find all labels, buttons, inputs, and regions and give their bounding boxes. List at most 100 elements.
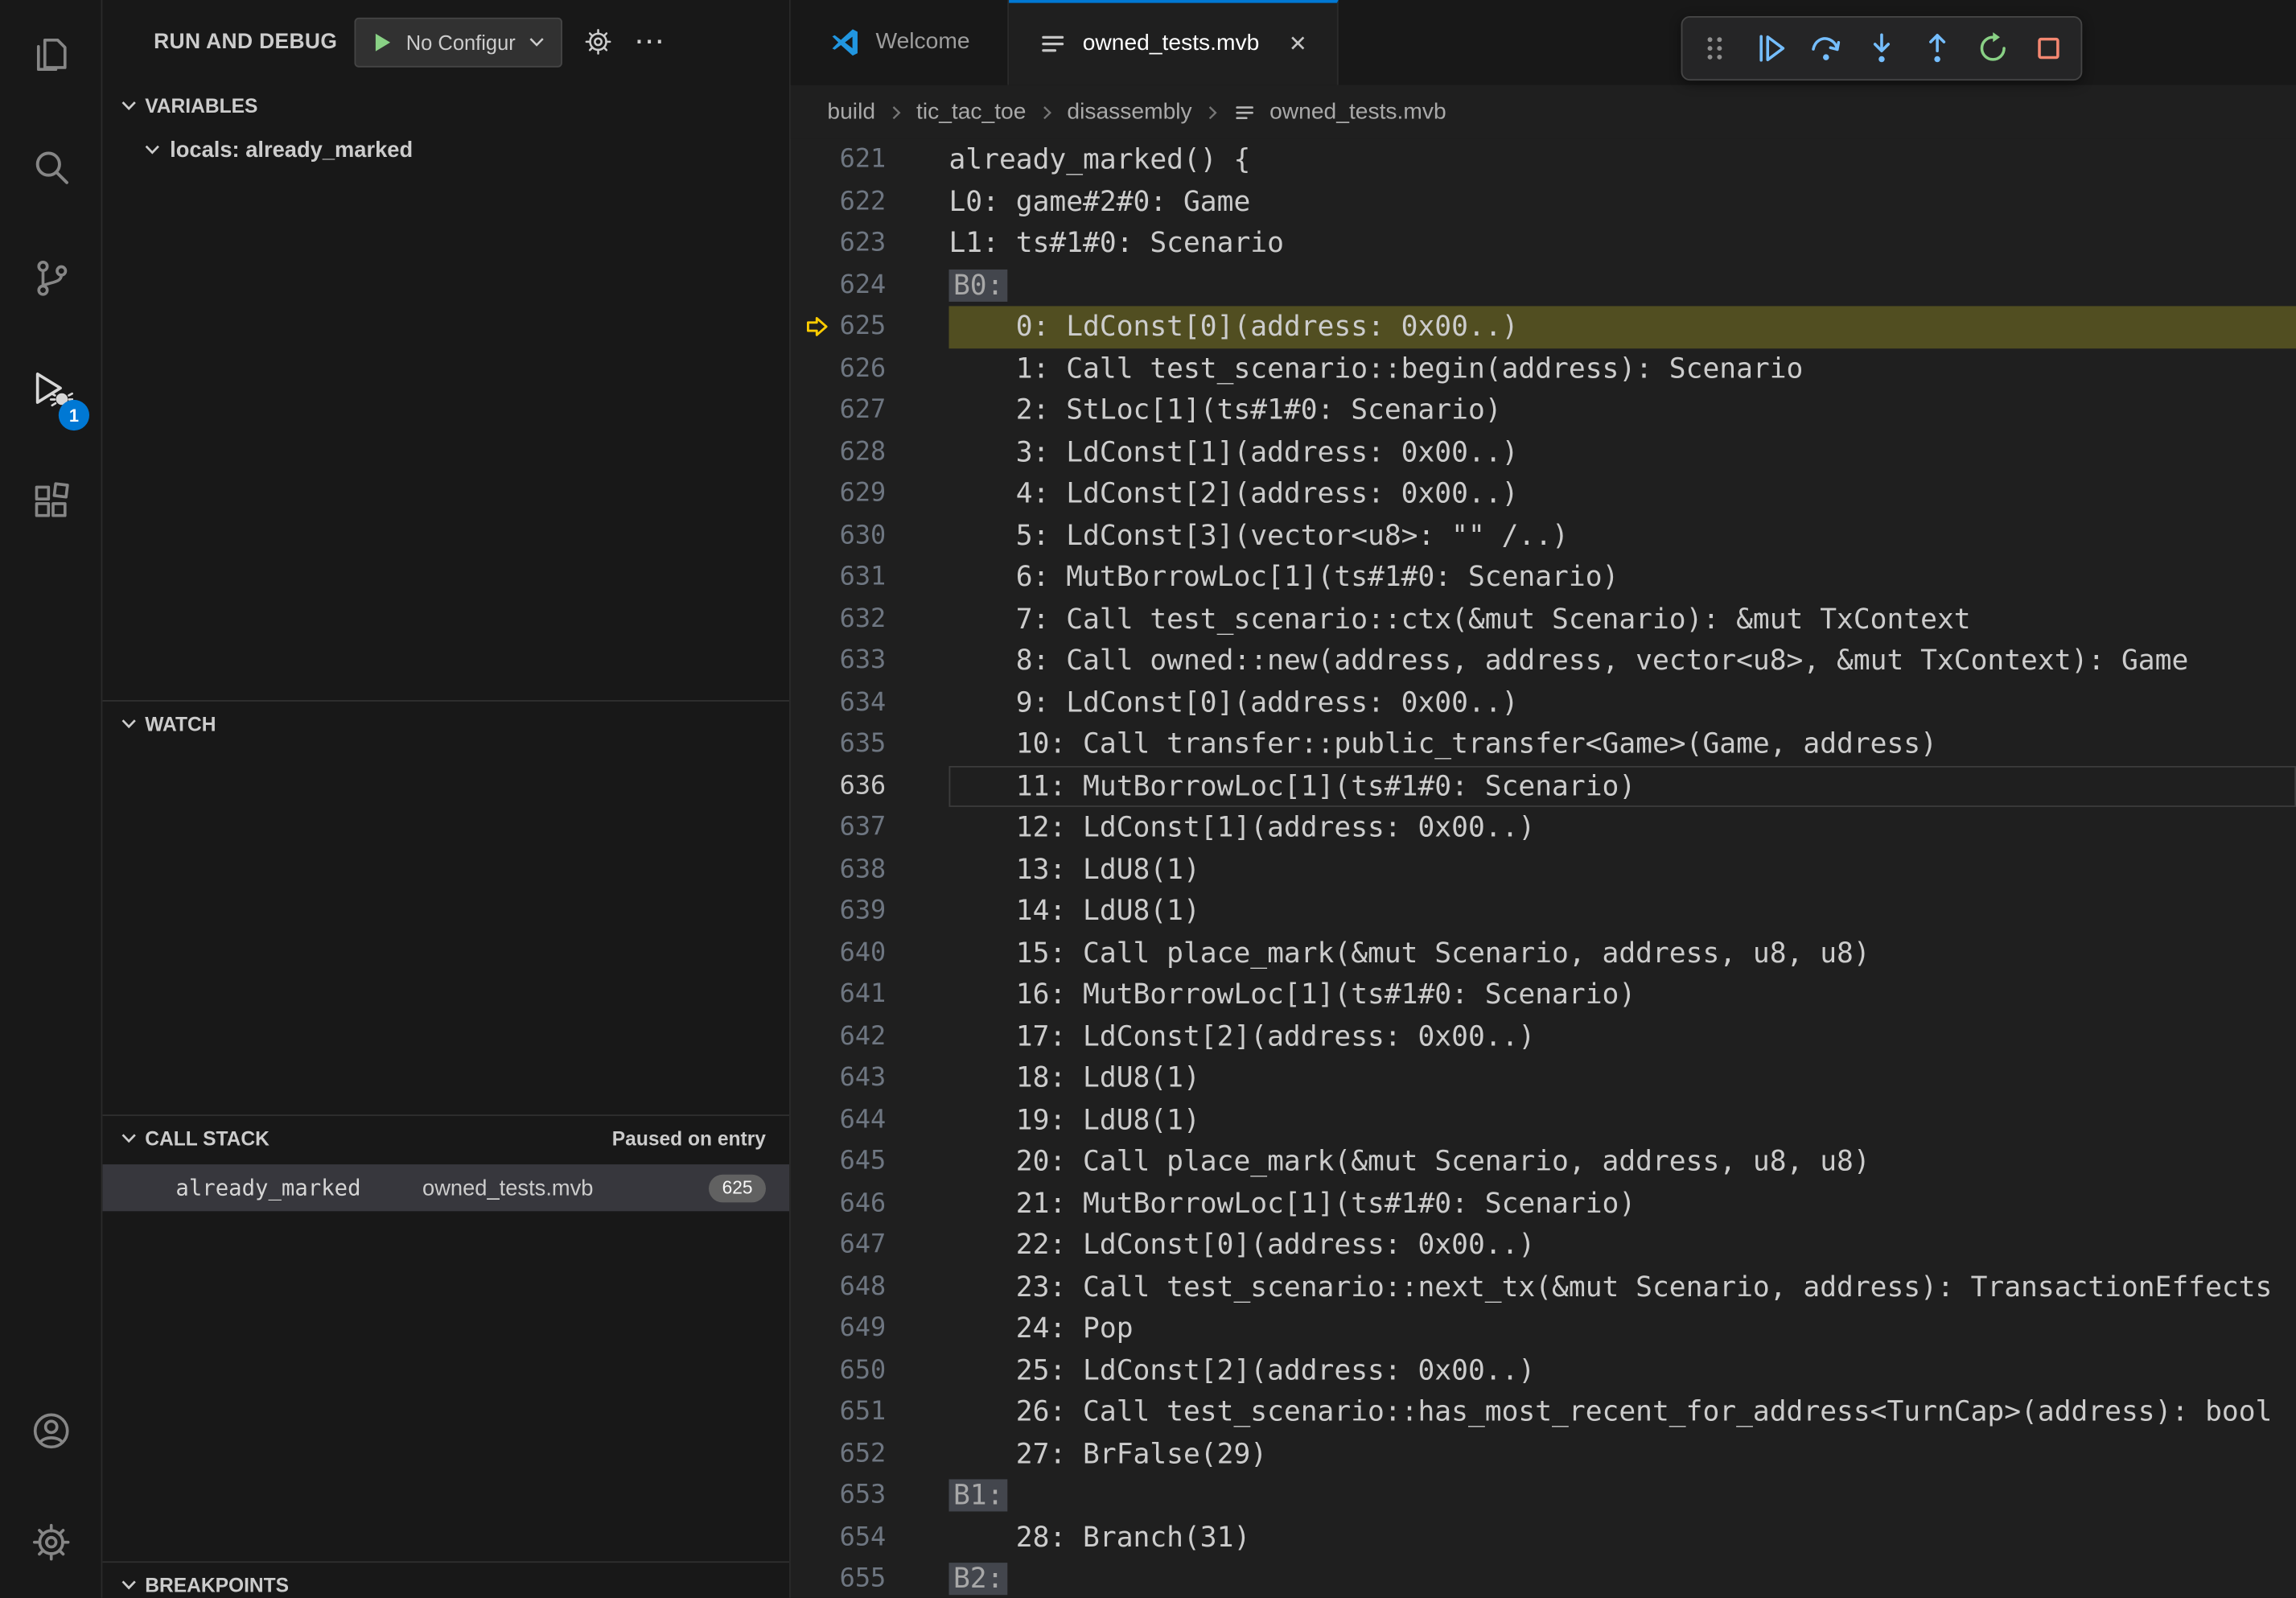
code-line[interactable]: 641 16: MutBorrowLoc[1](ts#1#0: Scenario… [791, 974, 2296, 1015]
variables-section-header[interactable]: VARIABLES [102, 84, 789, 128]
code-line[interactable]: 639 14: LdU8(1) [791, 891, 2296, 933]
continue-button[interactable] [1743, 19, 1798, 78]
line-gutter[interactable]: 652 [791, 1433, 949, 1475]
start-debug-icon[interactable] [369, 28, 396, 55]
code-line[interactable]: 632 7: Call test_scenario::ctx(&mut Scen… [791, 599, 2296, 640]
code-line[interactable]: 644 19: LdU8(1) [791, 1099, 2296, 1141]
stop-button[interactable] [2021, 19, 2076, 78]
code-area[interactable]: 621already_marked() {622L0: game#2#0: Ga… [791, 139, 2296, 1598]
code-line[interactable]: 653B1: [791, 1475, 2296, 1517]
extensions-icon[interactable] [0, 445, 101, 556]
code-line[interactable]: 648 23: Call test_scenario::next_tx(&mut… [791, 1266, 2296, 1308]
line-gutter[interactable]: 647 [791, 1225, 949, 1266]
code-line[interactable]: 636 11: MutBorrowLoc[1](ts#1#0: Scenario… [791, 765, 2296, 807]
line-gutter[interactable]: 625 [791, 306, 949, 348]
line-gutter[interactable]: 636 [791, 765, 949, 807]
tab-owned-tests[interactable]: owned_tests.mvb ✕ [1010, 0, 1338, 85]
line-gutter[interactable]: 627 [791, 389, 949, 431]
code-line[interactable]: 621already_marked() { [791, 139, 2296, 181]
line-gutter[interactable]: 634 [791, 682, 949, 723]
code-line[interactable]: 630 5: LdConst[3](vector<u8>: "" /..) [791, 515, 2296, 557]
line-gutter[interactable]: 654 [791, 1517, 949, 1559]
explorer-icon[interactable] [0, 0, 101, 111]
code-line[interactable]: 651 26: Call test_scenario::has_most_rec… [791, 1391, 2296, 1433]
code-line[interactable]: 634 9: LdConst[0](address: 0x00..) [791, 682, 2296, 723]
code-line[interactable]: 625 0: LdConst[0](address: 0x00..) [791, 306, 2296, 348]
code-line[interactable]: 629 4: LdConst[2](address: 0x00..) [791, 473, 2296, 515]
line-gutter[interactable]: 642 [791, 1015, 949, 1057]
line-gutter[interactable]: 626 [791, 348, 949, 389]
line-gutter[interactable]: 643 [791, 1057, 949, 1099]
debug-settings-gear-icon[interactable] [582, 27, 613, 57]
toolbar-drag-handle[interactable] [1687, 19, 1743, 78]
settings-gear-icon[interactable] [0, 1487, 101, 1598]
breadcrumb-item[interactable]: tic_tac_toe [916, 99, 1026, 126]
breadcrumb-item[interactable]: build [827, 99, 875, 126]
line-gutter[interactable]: 650 [791, 1349, 949, 1391]
code-line[interactable]: 628 3: LdConst[1](address: 0x00..) [791, 431, 2296, 473]
line-gutter[interactable]: 640 [791, 933, 949, 974]
call-stack-section-header[interactable]: CALL STACK Paused on entry [102, 1116, 789, 1160]
code-line[interactable]: 640 15: Call place_mark(&mut Scenario, a… [791, 933, 2296, 974]
code-line[interactable]: 650 25: LdConst[2](address: 0x00..) [791, 1349, 2296, 1391]
variables-scope-row[interactable]: locals: already_marked [102, 127, 789, 171]
code-line[interactable]: 633 8: Call owned::new(address, address,… [791, 640, 2296, 682]
line-gutter[interactable]: 641 [791, 974, 949, 1015]
code-line[interactable]: 643 18: LdU8(1) [791, 1057, 2296, 1099]
code-line[interactable]: 642 17: LdConst[2](address: 0x00..) [791, 1015, 2296, 1057]
code-line[interactable]: 637 12: LdConst[1](address: 0x00..) [791, 807, 2296, 849]
line-gutter[interactable]: 622 [791, 181, 949, 223]
line-gutter[interactable]: 635 [791, 723, 949, 765]
line-gutter[interactable]: 624 [791, 265, 949, 307]
code-line[interactable]: 635 10: Call transfer::public_transfer<G… [791, 723, 2296, 765]
line-gutter[interactable]: 645 [791, 1141, 949, 1183]
breadcrumb-item-file[interactable]: owned_tests.mvb [1269, 99, 1446, 126]
code-line[interactable]: 631 6: MutBorrowLoc[1](ts#1#0: Scenario) [791, 557, 2296, 599]
line-gutter[interactable]: 639 [791, 891, 949, 933]
code-line[interactable]: 645 20: Call place_mark(&mut Scenario, a… [791, 1141, 2296, 1183]
step-into-button[interactable] [1854, 19, 1909, 78]
code-line[interactable]: 649 24: Pop [791, 1308, 2296, 1349]
debug-config-dropdown[interactable]: No Configur [355, 17, 562, 67]
code-line[interactable]: 655B2: [791, 1559, 2296, 1598]
line-gutter[interactable]: 621 [791, 139, 949, 181]
line-gutter[interactable]: 638 [791, 849, 949, 891]
line-gutter[interactable]: 649 [791, 1308, 949, 1349]
code-line[interactable]: 654 28: Branch(31) [791, 1517, 2296, 1559]
account-icon[interactable] [0, 1375, 101, 1486]
search-icon[interactable] [0, 111, 101, 222]
breakpoints-section-header[interactable]: BREAKPOINTS [102, 1563, 789, 1598]
line-gutter[interactable]: 630 [791, 515, 949, 557]
line-gutter[interactable]: 629 [791, 473, 949, 515]
line-gutter[interactable]: 655 [791, 1559, 949, 1598]
line-gutter[interactable]: 637 [791, 807, 949, 849]
close-icon[interactable]: ✕ [1289, 33, 1307, 55]
line-gutter[interactable]: 623 [791, 223, 949, 265]
code-line[interactable]: 626 1: Call test_scenario::begin(address… [791, 348, 2296, 389]
breadcrumb-item[interactable]: disassembly [1067, 99, 1191, 126]
line-gutter[interactable]: 632 [791, 599, 949, 640]
code-line[interactable]: 652 27: BrFalse(29) [791, 1433, 2296, 1475]
restart-button[interactable] [1965, 19, 2021, 78]
source-control-icon[interactable] [0, 223, 101, 334]
line-gutter[interactable]: 646 [791, 1183, 949, 1225]
step-over-button[interactable] [1798, 19, 1854, 78]
stack-frame-row[interactable]: already_marked owned_tests.mvb 625 [102, 1164, 789, 1211]
code-line[interactable]: 624B0: [791, 265, 2296, 307]
code-line[interactable]: 623L1: ts#1#0: Scenario [791, 223, 2296, 265]
run-and-debug-icon[interactable]: 1 [0, 334, 101, 445]
step-out-button[interactable] [1910, 19, 1965, 78]
more-actions-icon[interactable]: ⋯ [634, 27, 666, 57]
code-line[interactable]: 646 21: MutBorrowLoc[1](ts#1#0: Scenario… [791, 1183, 2296, 1225]
line-gutter[interactable]: 644 [791, 1099, 949, 1141]
line-gutter[interactable]: 648 [791, 1266, 949, 1308]
code-line[interactable]: 647 22: LdConst[0](address: 0x00..) [791, 1225, 2296, 1266]
line-gutter[interactable]: 653 [791, 1475, 949, 1517]
line-gutter[interactable]: 633 [791, 640, 949, 682]
line-gutter[interactable]: 631 [791, 557, 949, 599]
code-line[interactable]: 638 13: LdU8(1) [791, 849, 2296, 891]
code-line[interactable]: 622L0: game#2#0: Game [791, 181, 2296, 223]
tab-welcome[interactable]: Welcome [791, 0, 1010, 85]
line-gutter[interactable]: 628 [791, 431, 949, 473]
line-gutter[interactable]: 651 [791, 1391, 949, 1433]
